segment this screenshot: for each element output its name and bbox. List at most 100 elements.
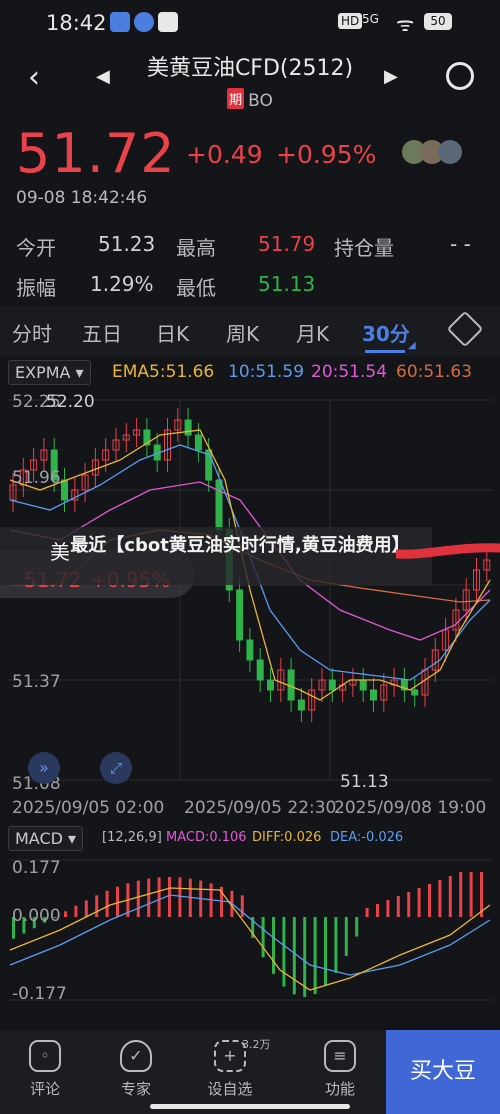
- article-title: 最近【cbot黄豆油实时行情,黄豆油费用】: [70, 535, 410, 556]
- macd-bar: [386, 900, 390, 917]
- tab-monthly-k[interactable]: 月K: [296, 318, 329, 347]
- diff-value: DIFF:0.026: [252, 830, 322, 845]
- status-bar: 18:42 HD 5G ᯤ 50: [0, 0, 500, 44]
- tab-dropdown-icon[interactable]: ◢: [408, 340, 416, 351]
- tab-30min[interactable]: 30分: [362, 318, 410, 347]
- comment-icon: ◦: [29, 1040, 61, 1072]
- macd-bar: [459, 872, 463, 917]
- macd-value: MACD:0.106: [166, 830, 247, 845]
- message-icon: [158, 12, 178, 32]
- macd-bar: [448, 876, 452, 917]
- tab-five-day[interactable]: 五日: [82, 318, 122, 347]
- main-indicator-select[interactable]: EXPMA ▾: [8, 360, 91, 385]
- red-stroke-decoration: [396, 543, 500, 559]
- macd-bar: [324, 917, 327, 986]
- instrument-code: BO: [248, 91, 273, 111]
- candle: [328, 679, 336, 691]
- instrument-code-line: 期 BO: [0, 88, 500, 111]
- macd-bar: [313, 917, 317, 995]
- macd-bar: [365, 908, 369, 917]
- low-value: 51.13: [258, 272, 316, 296]
- battery-icon: 50: [424, 13, 452, 30]
- ema5-value: EMA5:51.66: [112, 362, 215, 382]
- macd-bar: [74, 905, 78, 917]
- ema60-value: 60:51.63: [396, 362, 473, 382]
- open-interest-value: - -: [450, 232, 471, 256]
- macd-axis-bottom: -0.177: [12, 984, 67, 1004]
- nav-comment[interactable]: ◦ 评论: [5, 1040, 85, 1099]
- candle: [267, 679, 274, 691]
- macd-bar: [147, 878, 151, 917]
- expand-icon[interactable]: »: [28, 752, 60, 784]
- tab-intraday[interactable]: 分时: [12, 318, 52, 347]
- x-axis-label-3: 2025/09/08 19:00: [334, 798, 487, 818]
- nav-expert-label: 专家: [120, 1080, 151, 1098]
- macd-bar: [438, 880, 442, 917]
- macd-bar: [417, 888, 421, 917]
- functions-icon: ≡: [324, 1040, 356, 1072]
- macd-params: [12,26,9]: [102, 830, 162, 845]
- price-change: +0.49: [186, 140, 263, 169]
- nav-comment-label: 评论: [29, 1080, 60, 1098]
- macd-bar: [178, 877, 182, 917]
- tab-daily-k[interactable]: 日K: [156, 318, 189, 347]
- open-interest-label: 持仓量: [334, 236, 394, 260]
- avatar[interactable]: [438, 140, 462, 164]
- last-price: 51.72: [16, 122, 176, 185]
- tab-weekly-k[interactable]: 周K: [226, 318, 259, 347]
- price-change-pct: +0.95%: [276, 140, 377, 169]
- macd-chart[interactable]: [0, 850, 500, 1010]
- sub-indicator-select[interactable]: MACD ▾: [8, 826, 84, 851]
- candle: [411, 689, 419, 696]
- macd-bar: [261, 917, 265, 958]
- quote-datetime: 09-08 18:42:46: [16, 188, 148, 208]
- candle: [370, 689, 377, 701]
- macd-bar: [84, 900, 88, 917]
- macd-axis-zero: 0.000: [12, 906, 61, 926]
- buy-button[interactable]: 买大豆: [386, 1030, 500, 1114]
- nav-functions[interactable]: ≡ 功能: [300, 1040, 380, 1099]
- candle: [215, 479, 223, 531]
- macd-histogram: [12, 872, 483, 997]
- kline-chart[interactable]: [0, 390, 500, 820]
- y-axis-label-1: 51.96: [12, 468, 61, 488]
- macd-axis-top: 0.177: [12, 858, 61, 878]
- expert-icon: ✓: [120, 1040, 152, 1072]
- home-indicator: [150, 1104, 350, 1109]
- dea-value: DEA:-0.026: [330, 830, 404, 845]
- high-value: 51.79: [258, 232, 316, 256]
- amplitude-value: 1.29%: [90, 272, 154, 296]
- macd-bar: [64, 911, 67, 917]
- x-axis-label-1: 2025/09/05 02:00: [12, 798, 165, 818]
- macd-bar: [157, 877, 161, 917]
- macd-bar: [95, 895, 99, 917]
- macd-bar: [344, 917, 348, 957]
- candle: [359, 679, 367, 691]
- ema20-value: 20:51.54: [311, 362, 388, 382]
- macd-bar: [428, 884, 431, 917]
- amplitude-label: 振幅: [16, 276, 56, 300]
- macd-bar: [355, 917, 359, 937]
- macd-bar: [105, 890, 109, 917]
- candle: [236, 589, 244, 641]
- candle: [297, 699, 305, 711]
- network-type: 5G: [362, 12, 379, 26]
- high-marker-label: 52.20: [46, 392, 95, 412]
- macd-bar: [168, 877, 171, 917]
- macd-bar: [136, 880, 140, 917]
- macd-bar: [396, 896, 400, 917]
- macd-bar: [376, 904, 379, 917]
- low-marker-label: 51.13: [340, 772, 389, 792]
- ema10-value: 10:51.59: [228, 362, 305, 382]
- candle: [194, 434, 202, 451]
- gallery-icon: [110, 12, 130, 32]
- macd-bar: [116, 886, 119, 917]
- macd-bar: [292, 917, 296, 995]
- nav-functions-label: 功能: [324, 1080, 355, 1098]
- macd-bar: [334, 917, 338, 973]
- nav-add-watchlist-label: 设自选: [207, 1080, 253, 1098]
- y-axis-label-2: 51.37: [12, 672, 61, 692]
- nav-expert[interactable]: ✓ 专家: [96, 1040, 176, 1099]
- candle: [256, 659, 264, 681]
- fullscreen-icon[interactable]: ⤢: [100, 752, 132, 784]
